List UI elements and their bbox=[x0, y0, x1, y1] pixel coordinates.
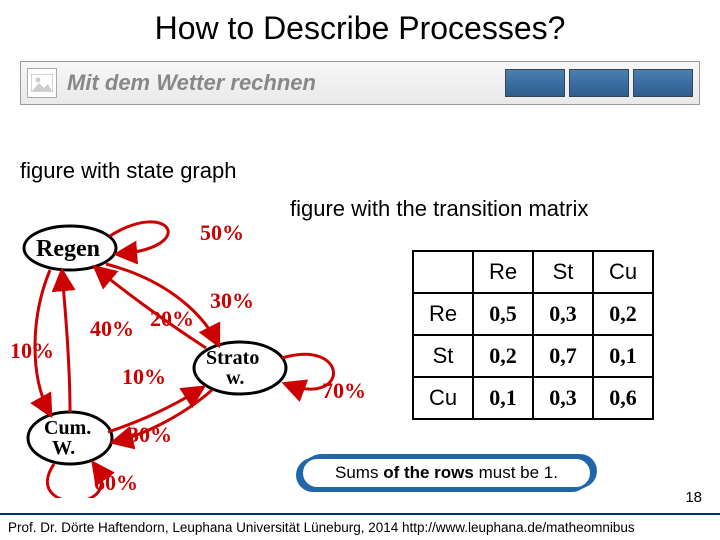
node-regen-label: Regen bbox=[36, 236, 100, 262]
row-re: Re bbox=[413, 293, 473, 335]
note-post: must be 1. bbox=[474, 463, 558, 482]
note-bold: of the rows bbox=[383, 463, 474, 482]
cell-0-1: 0,3 bbox=[549, 301, 577, 326]
note-pre: Sums bbox=[335, 463, 383, 482]
svg-text:w.: w. bbox=[226, 367, 244, 389]
image-placeholder-icon bbox=[27, 68, 57, 98]
cell-0-2: 0,2 bbox=[609, 301, 637, 326]
banner-tile-2 bbox=[569, 69, 629, 97]
cell-1-1: 0,7 bbox=[549, 343, 577, 368]
cell-2-0: 0,1 bbox=[489, 385, 517, 410]
cell-2-2: 0,6 bbox=[609, 385, 637, 410]
col-re: Re bbox=[473, 251, 533, 293]
cell-2-1: 0,3 bbox=[549, 385, 577, 410]
row-st: St bbox=[413, 335, 473, 377]
cell-1-2: 0,1 bbox=[609, 343, 637, 368]
edge-50: 50% bbox=[200, 220, 244, 245]
edge-20: 20% bbox=[150, 306, 194, 331]
col-cu: Cu bbox=[593, 251, 653, 293]
edge-60: 60% bbox=[94, 470, 138, 495]
svg-text:W.: W. bbox=[52, 437, 75, 459]
transition-matrix: Re St Cu Re 0,5 0,3 0,2 St 0,2 0,7 0,1 C… bbox=[412, 250, 654, 420]
cell-1-0: 0,2 bbox=[489, 343, 517, 368]
edge-30: 30% bbox=[210, 288, 254, 313]
weather-banner: Mit dem Wetter rechnen bbox=[20, 61, 700, 105]
banner-text: Mit dem Wetter rechnen bbox=[67, 70, 501, 96]
edge-40: 40% bbox=[90, 316, 134, 341]
caption-state-graph: figure with state graph bbox=[20, 158, 236, 184]
edge-70: 70% bbox=[322, 378, 366, 403]
slide-title: How to Describe Processes? bbox=[0, 0, 720, 47]
banner-tile-3 bbox=[633, 69, 693, 97]
page-number: 18 bbox=[685, 489, 702, 506]
svg-text:Cum.: Cum. bbox=[44, 417, 91, 439]
edge-10a: 10% bbox=[10, 338, 54, 363]
col-st: St bbox=[533, 251, 593, 293]
cell-0-0: 0,5 bbox=[489, 301, 517, 326]
svg-text:Strato: Strato bbox=[206, 347, 259, 369]
row-cu: Cu bbox=[413, 377, 473, 419]
banner-tile-1 bbox=[505, 69, 565, 97]
row-sum-note: Sums of the rows must be 1. bbox=[300, 456, 593, 490]
slide-footer: Prof. Dr. Dörte Haftendorn, Leuphana Uni… bbox=[0, 513, 720, 540]
edge-10b: 10% bbox=[122, 364, 166, 389]
